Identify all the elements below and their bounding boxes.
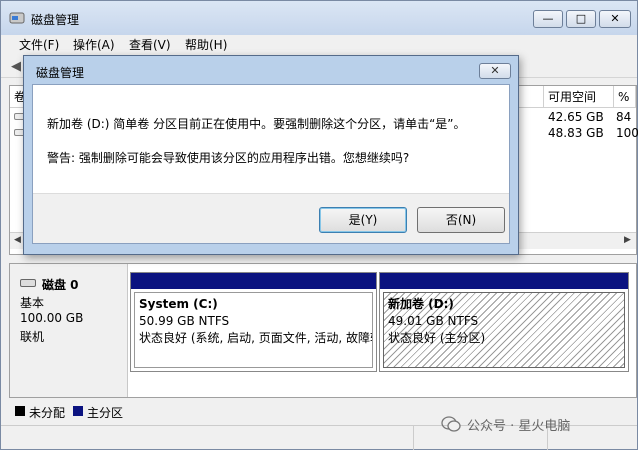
dialog-close-button[interactable]: ✕	[479, 63, 511, 79]
confirm-dialog: 磁盘管理 ✕ 新加卷 (D:) 简单卷 分区目前正在使用中。要强制删除这个分区，…	[23, 55, 519, 255]
legend-swatch-unallocated	[15, 406, 25, 416]
legend-label-primary: 主分区	[87, 406, 124, 420]
disk-type: 基本	[20, 296, 45, 310]
disk-map: 磁盘 0 基本 100.00 GB 联机 System (C:) 50.99 G…	[9, 263, 637, 398]
menu-view[interactable]: 查看(V)	[129, 35, 171, 55]
percent-value: 100	[616, 126, 638, 140]
minimize-button[interactable]: —	[533, 10, 563, 28]
scroll-left-icon[interactable]: ◀	[14, 235, 21, 245]
watermark: 公众号 · 星火电脑	[467, 419, 571, 434]
menu-action[interactable]: 操作(A)	[73, 35, 115, 55]
percent-value: 84	[616, 110, 632, 124]
title-bar: 磁盘管理 — □ ✕	[1, 1, 637, 35]
free-space-value: 48.83 GB	[548, 126, 604, 140]
partition-name: 新加卷 (D:)	[388, 297, 454, 311]
dialog-message: 新加卷 (D:) 简单卷 分区目前正在使用中。要强制删除这个分区，请单击“是”。	[47, 117, 466, 131]
yes-button[interactable]: 是(Y)	[319, 207, 407, 233]
menu-help[interactable]: 帮助(H)	[185, 35, 227, 55]
column-header-free-space[interactable]: 可用空间	[544, 86, 614, 108]
disk-name: 磁盘 0	[42, 278, 79, 292]
partition-d-details: 新加卷 (D:) 49.01 GB NTFS 状态良好 (主分区)	[383, 292, 625, 368]
dialog-warning: 警告: 强制删除可能会导致使用该分区的应用程序出错。您想继续吗?	[47, 151, 410, 165]
close-button[interactable]: ✕	[599, 10, 631, 28]
partition-status: 状态良好 (系统, 启动, 页面文件, 活动, 故障转	[139, 331, 373, 345]
partition-bar	[131, 273, 376, 289]
disk-info-panel[interactable]: 磁盘 0 基本 100.00 GB 联机	[10, 264, 128, 397]
dialog-body: 新加卷 (D:) 简单卷 分区目前正在使用中。要强制删除这个分区，请单击“是”。…	[32, 84, 510, 244]
partition-c-details: System (C:) 50.99 GB NTFS 状态良好 (系统, 启动, …	[134, 292, 373, 368]
partition-size: 49.01 GB NTFS	[388, 314, 479, 328]
disk-status: 联机	[20, 330, 45, 344]
legend-swatch-primary	[73, 406, 83, 416]
no-button[interactable]: 否(N)	[417, 207, 505, 233]
free-space-value: 42.65 GB	[548, 110, 604, 124]
partition-name: System (C:)	[139, 297, 218, 311]
column-header-percent[interactable]: %	[614, 86, 636, 108]
dialog-button-row: 是(Y) 否(N)	[33, 193, 509, 243]
scroll-right-icon[interactable]: ▶	[624, 235, 631, 245]
menu-bar: 文件(F) 操作(A) 查看(V) 帮助(H)	[1, 35, 637, 55]
dialog-title: 磁盘管理	[36, 66, 85, 80]
partition-size: 50.99 GB NTFS	[139, 314, 230, 328]
wechat-icon	[441, 416, 461, 432]
menu-file[interactable]: 文件(F)	[19, 35, 59, 55]
legend-label-unallocated: 未分配	[29, 406, 66, 420]
partition-c[interactable]: System (C:) 50.99 GB NTFS 状态良好 (系统, 启动, …	[130, 272, 377, 372]
disk-icon	[20, 279, 36, 287]
disk-management-icon	[9, 12, 25, 24]
back-arrow-icon[interactable]: ◀	[11, 59, 21, 74]
partition-status: 状态良好 (主分区)	[388, 331, 486, 345]
maximize-button[interactable]: □	[566, 10, 596, 28]
status-divider	[413, 426, 414, 450]
partition-bar	[380, 273, 628, 289]
window-title: 磁盘管理	[31, 13, 80, 27]
disk-size: 100.00 GB	[20, 311, 84, 325]
partition-d[interactable]: 新加卷 (D:) 49.01 GB NTFS 状态良好 (主分区)	[379, 272, 629, 372]
